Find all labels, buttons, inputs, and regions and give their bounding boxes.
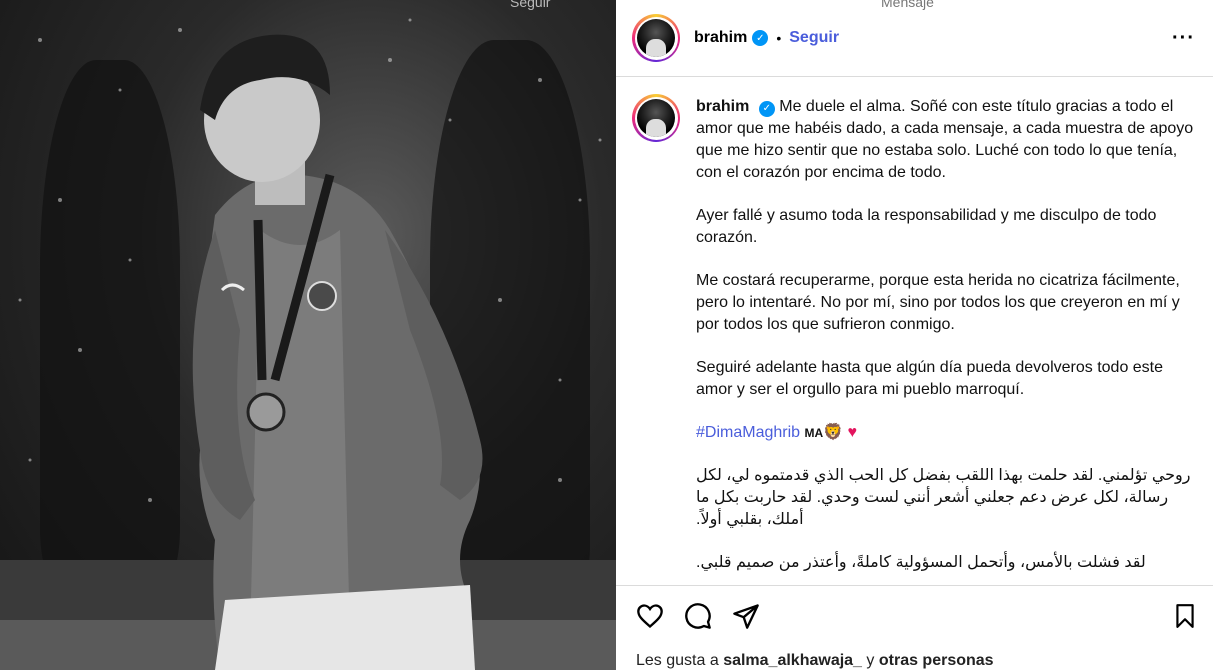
avatar[interactable]: [632, 14, 680, 62]
likes-user-link[interactable]: salma_alkhawaja_: [723, 652, 862, 669]
caption-username[interactable]: brahim: [696, 98, 749, 115]
likes-summary: Les gusta a salma_alkhawaja_ y otras per…: [636, 652, 994, 670]
caption-paragraph-3: Me costará recuperarme, porque esta heri…: [696, 272, 1180, 333]
caption-arabic-2: لقد فشلت بالأمس، وأتحمل المسؤولية كاملةً…: [696, 554, 1146, 571]
verified-badge-icon: ✓: [758, 101, 775, 117]
lion-emoji: 🦁: [823, 424, 844, 441]
comment-icon[interactable]: [684, 602, 712, 630]
caption-paragraph-2: Ayer fallé y asumo toda la responsabilid…: [696, 207, 1157, 246]
heart-emoji: ♥: [847, 424, 858, 441]
verified-badge-icon: ✓: [752, 30, 769, 46]
post-photo[interactable]: Seguir: [0, 0, 616, 670]
heart-outline-icon[interactable]: [636, 602, 664, 630]
likes-others-link[interactable]: otras personas: [879, 652, 994, 669]
caption-area: brahim ✓ Me duele el alma. Soñé con este…: [616, 78, 1213, 585]
bookmark-icon[interactable]: [1172, 602, 1198, 630]
hashtag-link[interactable]: #DimaMaghrib: [696, 424, 800, 441]
post-username[interactable]: brahim: [694, 29, 747, 47]
post-actions: Les gusta a salma_alkhawaja_ y otras per…: [616, 585, 1213, 670]
player-illustration: [0, 18, 616, 670]
more-options-icon[interactable]: ···: [1172, 27, 1195, 50]
likes-conj: y: [866, 652, 875, 669]
caption-paragraph-4: Seguiré adelante hasta que algún día pue…: [696, 359, 1164, 398]
likes-prefix: Les gusta a: [636, 652, 719, 669]
caption-text: brahim ✓ Me duele el alma. Soñé con este…: [696, 96, 1196, 585]
follow-button[interactable]: Seguir: [789, 29, 839, 47]
caption-avatar[interactable]: [632, 94, 680, 142]
post-details-panel: Mensaje brahim ✓ • Seguir ··· brahim ✓ M…: [616, 0, 1213, 670]
flag-emoji: MA: [804, 426, 824, 440]
separator-dot: •: [776, 30, 782, 46]
post-header: brahim ✓ • Seguir ···: [616, 0, 1213, 77]
caption-arabic-1: روحي تؤلمني. لقد حلمت بهذا اللقب بفضل كل…: [696, 467, 1191, 528]
send-icon[interactable]: [732, 602, 760, 630]
